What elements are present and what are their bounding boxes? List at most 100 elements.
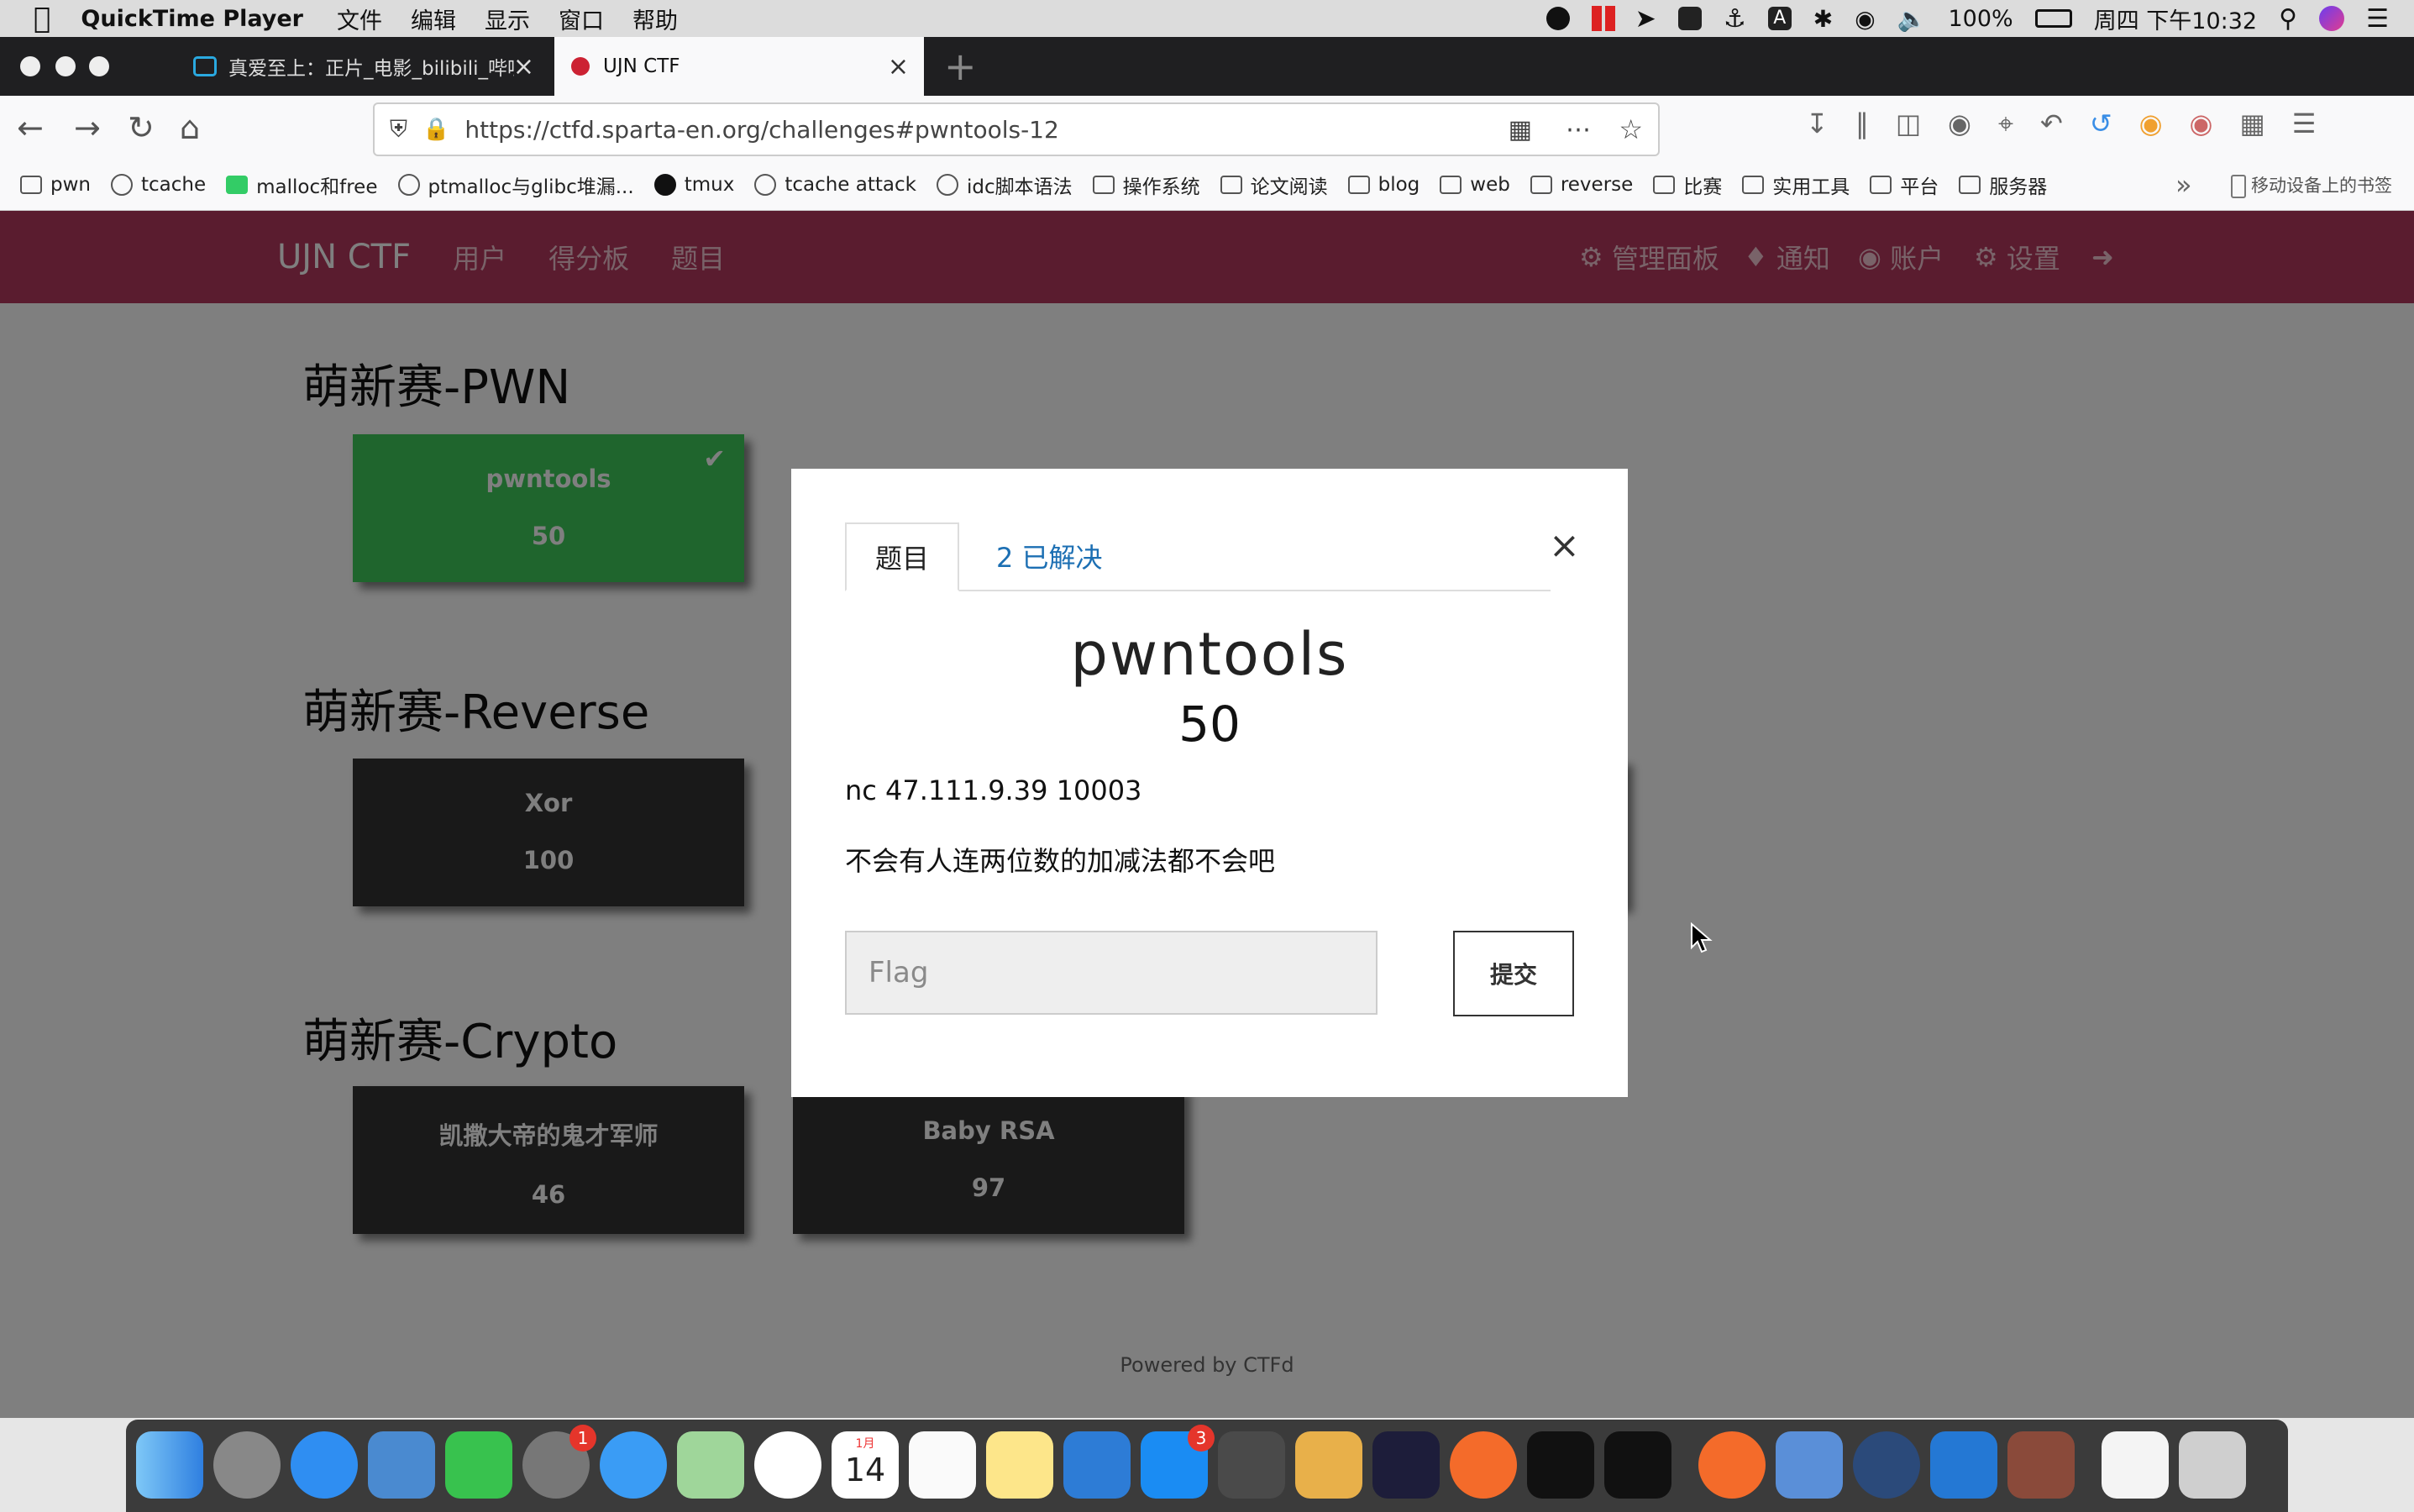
spotlight-search-icon[interactable]: ⚲ <box>2279 4 2297 34</box>
bookmark-app-icon[interactable] <box>1677 7 1702 30</box>
notification-center-icon[interactable]: ☰ <box>2366 4 2389 34</box>
pages-icon[interactable] <box>1295 1431 1362 1499</box>
send-icon[interactable]: ➤ <box>1635 4 1656 34</box>
menu-view[interactable]: 显示 <box>485 3 530 35</box>
photos-icon[interactable] <box>754 1431 821 1499</box>
siri-icon[interactable] <box>2319 6 2345 31</box>
extension-icon[interactable]: ◉ <box>2139 108 2163 140</box>
extension-2-icon[interactable]: ◉ <box>2190 108 2213 140</box>
reload-icon[interactable]: ↻ <box>128 109 155 146</box>
page-actions-icon[interactable]: ⋯ <box>1566 115 1591 144</box>
bookmark-malloc[interactable]: malloc和free <box>226 171 378 199</box>
url-text[interactable]: https://ctfd.sparta-en.org/challenges#pw… <box>464 116 1058 144</box>
windows-vm-icon[interactable] <box>1930 1431 1997 1499</box>
hamburger-menu-icon[interactable]: ☰ <box>2292 108 2317 140</box>
tab-solves[interactable]: 2 已解决 <box>968 522 1131 590</box>
bookmark-platforms[interactable]: 平台 <box>1870 171 1939 199</box>
stop-recording-icon[interactable] <box>1545 7 1570 30</box>
quicktime-icon[interactable] <box>1853 1431 1920 1499</box>
bookmark-star-icon[interactable]: ☆ <box>1619 113 1643 145</box>
apple-menu-icon[interactable]:  <box>34 2 50 35</box>
sync-icon[interactable]: ↺ <box>2090 108 2112 140</box>
launchpad-icon[interactable] <box>213 1431 281 1499</box>
menu-edit[interactable]: 编辑 <box>411 3 456 35</box>
window-zoom-icon[interactable] <box>89 56 109 76</box>
tab-bilibili[interactable]: 真爱至上：正片_电影_bilibili_哔哩 × <box>180 37 549 96</box>
tab-close-icon[interactable]: × <box>513 52 534 81</box>
messages-icon[interactable] <box>600 1431 667 1499</box>
account-icon[interactable]: ◉ <box>1948 108 1971 140</box>
trash-icon[interactable] <box>2179 1431 2246 1499</box>
shield-icon[interactable]: ⛨ <box>390 115 407 144</box>
back-icon[interactable]: ← <box>17 109 44 146</box>
new-tab-icon[interactable]: + <box>944 44 977 89</box>
archive-icon[interactable] <box>2102 1431 2169 1499</box>
bookmark-web[interactable]: web <box>1440 174 1510 196</box>
sublime-text-icon[interactable] <box>1218 1431 1285 1499</box>
docker-icon[interactable]: ⚓ <box>1724 4 1746 34</box>
menu-help[interactable]: 帮助 <box>632 3 678 35</box>
downloads-icon[interactable]: ↧ <box>1806 108 1829 140</box>
mail-icon[interactable] <box>368 1431 435 1499</box>
menu-window[interactable]: 窗口 <box>559 3 604 35</box>
keynote-icon[interactable] <box>1063 1431 1131 1499</box>
window-minimize-icon[interactable] <box>55 56 76 76</box>
tab-close-icon[interactable]: × <box>888 52 909 81</box>
phpstorm-icon[interactable] <box>1372 1431 1440 1499</box>
calendar-icon[interactable]: 1月 14 <box>832 1431 899 1499</box>
app-store-icon[interactable]: 3 <box>1141 1425 1215 1499</box>
flag-input[interactable] <box>845 931 1378 1015</box>
bookmark-ptmalloc[interactable]: ptmalloc与glibc堆漏... <box>397 171 634 199</box>
volume-icon[interactable]: 🔈 <box>1897 5 1927 33</box>
bookmarks-overflow-icon[interactable]: » <box>2175 169 2192 201</box>
qr-code-icon[interactable]: ▦ <box>1509 115 1532 144</box>
bookmark-servers[interactable]: 服务器 <box>1959 171 2047 199</box>
wifi-icon[interactable]: ◉ <box>1855 5 1875 33</box>
bookmark-os[interactable]: 操作系统 <box>1092 171 1200 199</box>
window-close-icon[interactable] <box>20 56 40 76</box>
bookmark-tcache[interactable]: tcache <box>111 174 206 196</box>
ida-icon[interactable] <box>2007 1431 2075 1499</box>
bookmark-tools[interactable]: 实用工具 <box>1742 171 1850 199</box>
bookmark-blog[interactable]: blog <box>1347 174 1420 196</box>
extensions-menu-icon[interactable]: ▦ <box>2239 108 2264 140</box>
bookmark-contests[interactable]: 比赛 <box>1653 171 1722 199</box>
bluetooth-icon[interactable]: ✱ <box>1813 5 1833 33</box>
terminal-icon[interactable] <box>1604 1431 1671 1499</box>
parallels-desktop-icon[interactable] <box>1776 1431 1843 1499</box>
bookmark-pwn[interactable]: pwn <box>20 174 91 196</box>
mobile-bookmarks[interactable]: 移动设备上的书签 <box>2231 172 2392 198</box>
tab-challenge[interactable]: 题目 <box>845 522 960 591</box>
clock[interactable]: 周四 下午10:32 <box>2094 3 2257 35</box>
undo-icon[interactable]: ↶ <box>2040 108 2063 140</box>
battery-percent[interactable]: 100% <box>1949 6 2013 32</box>
tab-ujn-ctf[interactable]: UJN CTF × <box>554 37 924 96</box>
system-preferences-icon[interactable]: 1 <box>522 1425 596 1499</box>
safari-icon[interactable] <box>291 1431 358 1499</box>
library-icon[interactable]: ‖ <box>1855 108 1869 140</box>
notes-icon[interactable] <box>986 1431 1053 1499</box>
iterm-icon[interactable] <box>1527 1431 1594 1499</box>
screenshot-icon[interactable]: ⌖ <box>1998 108 2013 140</box>
facetime-icon[interactable] <box>445 1431 512 1499</box>
maps-icon[interactable] <box>677 1431 744 1499</box>
sidebar-icon[interactable]: ◫ <box>1896 108 1921 140</box>
address-bar[interactable]: ⛨ 🔒 https://ctfd.sparta-en.org/challenge… <box>373 102 1660 156</box>
firefox-icon[interactable] <box>1450 1431 1517 1499</box>
bookmark-tcache-attack[interactable]: tcache attack <box>754 174 916 196</box>
bookmark-idc[interactable]: idc脚本语法 <box>936 171 1073 199</box>
bookmark-reverse[interactable]: reverse <box>1530 174 1633 196</box>
home-icon[interactable]: ⌂ <box>180 109 200 146</box>
menu-app-name[interactable]: QuickTime Player <box>81 6 303 32</box>
forward-icon[interactable]: → <box>74 109 101 146</box>
reminders-icon[interactable] <box>909 1431 976 1499</box>
finder-icon[interactable] <box>136 1431 203 1499</box>
input-method-icon[interactable]: A <box>1767 7 1792 30</box>
lock-icon[interactable]: 🔒 <box>422 117 449 142</box>
bookmark-papers[interactable]: 论文阅读 <box>1220 171 1328 199</box>
close-icon[interactable]: × <box>1549 524 1580 567</box>
submit-button[interactable]: 提交 <box>1453 931 1574 1016</box>
bookmark-tmux[interactable]: tmux <box>653 174 734 196</box>
status-app-icon[interactable] <box>1591 6 1602 31</box>
menu-file[interactable]: 文件 <box>337 3 382 35</box>
